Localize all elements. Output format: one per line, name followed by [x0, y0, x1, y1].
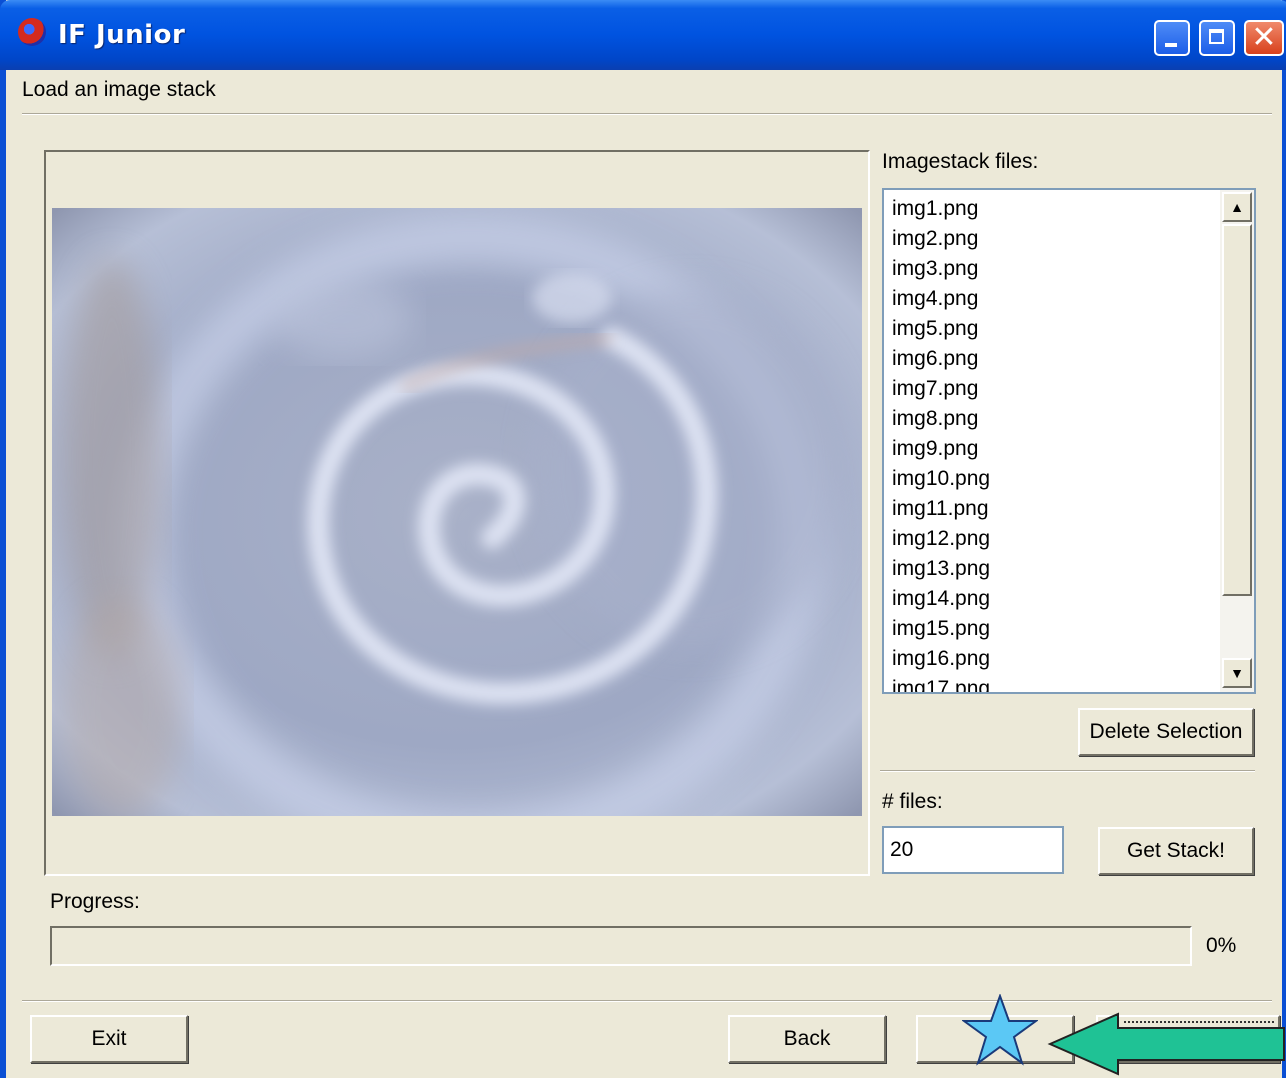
- progress-bar: [50, 926, 1192, 966]
- list-item[interactable]: img9.png: [892, 434, 990, 464]
- delete-selection-button[interactable]: Delete Selection: [1078, 708, 1254, 756]
- list-item[interactable]: img5.png: [892, 314, 990, 344]
- top-divider: [22, 113, 1272, 115]
- list-item[interactable]: img16.png: [892, 644, 990, 674]
- close-button[interactable]: ✕: [1244, 20, 1284, 56]
- list-item[interactable]: img4.png: [892, 284, 990, 314]
- list-item[interactable]: img7.png: [892, 374, 990, 404]
- arrow-down-icon: ▼: [1230, 665, 1244, 681]
- get-stack-button[interactable]: Get Stack!: [1098, 827, 1254, 875]
- imagestack-files-label: Imagestack files:: [882, 150, 1039, 173]
- list-item[interactable]: img3.png: [892, 254, 990, 284]
- list-item[interactable]: img13.png: [892, 554, 990, 584]
- bottom-divider: [22, 1000, 1272, 1002]
- list-item[interactable]: img6.png: [892, 344, 990, 374]
- progress-percent: 0%: [1206, 934, 1237, 957]
- file-count-label: # files:: [882, 790, 943, 813]
- back-button[interactable]: Back: [728, 1015, 886, 1063]
- list-item[interactable]: img17.png: [892, 674, 990, 692]
- window-title: IF Junior: [58, 20, 186, 50]
- list-item[interactable]: img8.png: [892, 404, 990, 434]
- list-item[interactable]: img10.png: [892, 464, 990, 494]
- list-item[interactable]: img14.png: [892, 584, 990, 614]
- scroll-thumb[interactable]: [1222, 224, 1252, 596]
- minimize-button[interactable]: [1154, 20, 1190, 56]
- scroll-up-button[interactable]: ▲: [1222, 192, 1252, 222]
- minimize-icon: [1165, 43, 1177, 47]
- right-divider: [880, 770, 1255, 772]
- star-annotation-icon: [962, 994, 1038, 1066]
- app-globe-icon: [18, 18, 46, 46]
- exit-button[interactable]: Exit: [30, 1015, 188, 1063]
- close-icon: ✕: [1251, 21, 1277, 54]
- file-list-items: img1.png img2.png img3.png img4.png img5.png…: [892, 194, 990, 692]
- title-bar[interactable]: IF Junior ✕: [0, 0, 1286, 70]
- progress-label: Progress:: [50, 890, 140, 913]
- imagestack-file-list[interactable]: img1.png img2.png img3.png img4.png img5.png…: [882, 188, 1256, 694]
- list-item[interactable]: img2.png: [892, 224, 990, 254]
- maximize-icon: [1209, 29, 1224, 44]
- image-preview-panel: [44, 150, 870, 876]
- scroll-down-button[interactable]: ▼: [1222, 658, 1252, 688]
- list-item[interactable]: img1.png: [892, 194, 990, 224]
- list-item[interactable]: img12.png: [892, 524, 990, 554]
- arrow-annotation-icon: [1047, 1012, 1285, 1076]
- arrow-up-icon: ▲: [1230, 199, 1244, 215]
- list-item[interactable]: img15.png: [892, 614, 990, 644]
- page-heading: Load an image stack: [22, 78, 216, 101]
- file-count-input[interactable]: [882, 826, 1064, 874]
- list-item[interactable]: img11.png: [892, 494, 990, 524]
- maximize-button[interactable]: [1199, 20, 1235, 56]
- file-list-scrollbar[interactable]: ▲ ▼: [1220, 190, 1254, 692]
- image-preview: [52, 208, 862, 816]
